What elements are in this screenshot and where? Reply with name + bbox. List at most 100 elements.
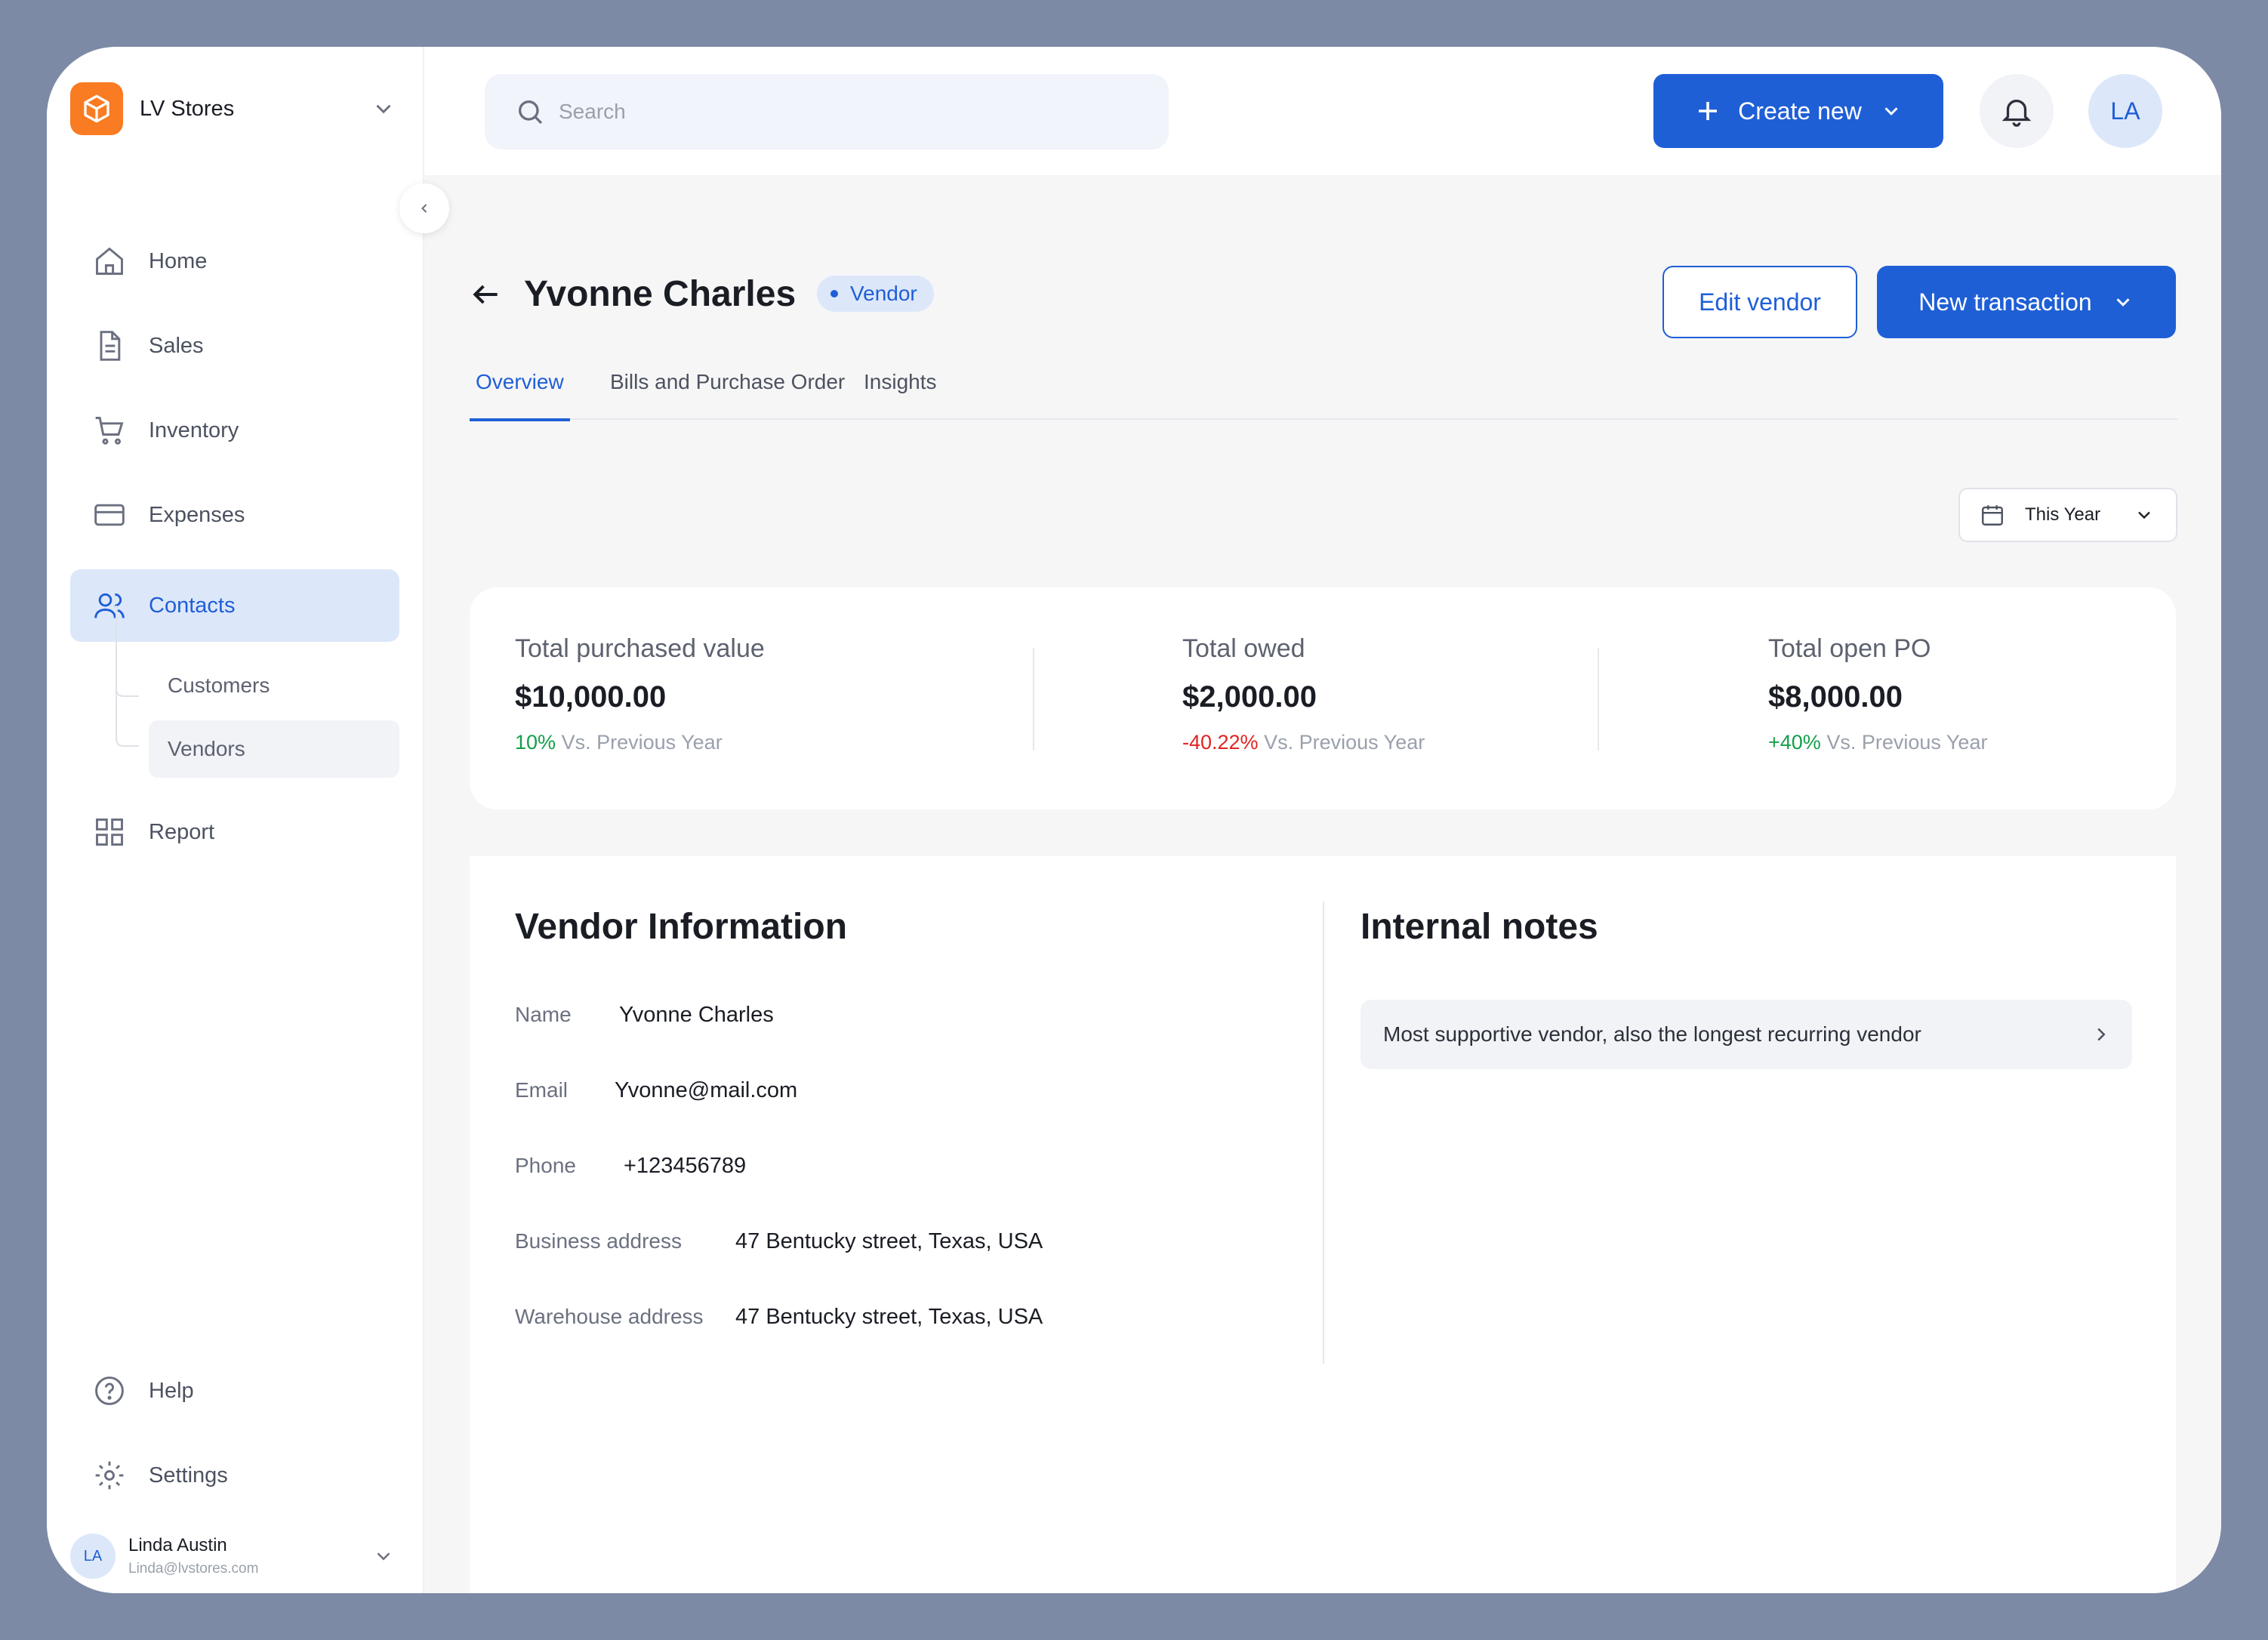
- document-icon: [100, 331, 121, 361]
- avatar: LA: [70, 1534, 116, 1579]
- sidebar-item-settings[interactable]: Settings: [70, 1439, 399, 1512]
- sidebar-subitem-label: Customers: [168, 674, 270, 697]
- divider: [1323, 902, 1324, 1364]
- field-value-business-address: 47 Bentucky street, Texas, USA: [735, 1229, 1043, 1253]
- stat-total-purchased-value: Total purchased value $10,000.00 10% Vs.…: [515, 634, 765, 754]
- sidebar-subitem-vendors[interactable]: Vendors: [149, 720, 399, 778]
- field-value-warehouse-address: 47 Bentucky street, Texas, USA: [735, 1305, 1043, 1329]
- badge-dot: [830, 290, 838, 297]
- top-bar: Create new LA: [424, 47, 2221, 175]
- chevron-right-icon: [2097, 1028, 2106, 1041]
- store-switcher[interactable]: LV Stores: [70, 82, 418, 136]
- chevron-down-icon: [377, 1552, 390, 1561]
- vendor-info-title: Vendor Information: [515, 907, 848, 947]
- sidebar-subitem-label: Vendors: [168, 737, 245, 760]
- delta-value: 10%: [515, 731, 556, 754]
- field-value-phone: +123456789: [624, 1154, 747, 1178]
- sidebar: LV Stores Home Sales Inventory Expenses …: [47, 47, 424, 1593]
- sidebar-item-sales[interactable]: Sales: [70, 310, 399, 382]
- stat-total-owed: Total owed $2,000.00 -40.22% Vs. Previou…: [1182, 634, 1425, 754]
- sidebar-subitem-customers[interactable]: Customers: [149, 657, 399, 714]
- field-value-email: Yvonne@mail.com: [615, 1078, 798, 1102]
- sidebar-item-expenses[interactable]: Expenses: [70, 479, 399, 551]
- internal-notes-title: Internal notes: [1360, 907, 1598, 947]
- field-label-email: Email: [515, 1078, 569, 1102]
- gear-icon: [95, 1461, 124, 1490]
- app-window: LV Stores Home Sales Inventory Expenses …: [47, 47, 2221, 1593]
- field-label-phone: Phone: [515, 1154, 576, 1177]
- search-bar[interactable]: [485, 74, 1169, 150]
- delta-suffix: Vs. Previous Year: [1826, 731, 1988, 754]
- field-value-name: Yvonne Charles: [619, 1003, 774, 1027]
- box-icon: [70, 82, 123, 135]
- back-arrow-icon[interactable]: [470, 278, 503, 311]
- chevron-down-icon: [1884, 107, 1898, 116]
- vendor-info-card: Vendor Information Name Yvonne Charles E…: [470, 856, 2176, 1593]
- user-menu[interactable]: LA Linda Austin Linda@lvstores.com: [70, 1530, 402, 1583]
- plus-icon: [1699, 102, 1718, 120]
- badge-label: Vendor: [850, 282, 917, 305]
- delta-value: +40%: [1768, 731, 1821, 754]
- field-label-business-address: Business address: [515, 1229, 683, 1253]
- tab-overview[interactable]: Overview: [470, 364, 570, 421]
- search-input[interactable]: [559, 100, 1132, 124]
- calendar-icon: [1982, 505, 2003, 526]
- stat-label: Total owed: [1182, 634, 1305, 663]
- stat-total-open-po: Total open PO $8,000.00 +40% Vs. Previou…: [1768, 634, 1987, 754]
- stat-delta: +40% Vs. Previous Year: [1768, 731, 1987, 754]
- internal-note-item[interactable]: Most supportive vendor, also the longest…: [1360, 1000, 2132, 1069]
- stat-value: $10,000.00: [515, 680, 667, 714]
- sidebar-item-label: Sales: [149, 333, 204, 358]
- sidebar-item-report[interactable]: Report: [70, 796, 399, 868]
- create-new-button[interactable]: Create new: [1653, 74, 1943, 148]
- delta-suffix: Vs. Previous Year: [561, 731, 723, 754]
- delta-suffix: Vs. Previous Year: [1264, 731, 1425, 754]
- chevron-down-icon: [376, 104, 391, 114]
- main-content: Yvonne Charles Vendor Edit vendor New tr…: [424, 175, 2221, 1593]
- grid-icon: [96, 818, 123, 846]
- edit-vendor-button[interactable]: Edit vendor: [1662, 266, 1857, 338]
- stat-delta: 10% Vs. Previous Year: [515, 731, 765, 754]
- divider: [1033, 648, 1034, 751]
- sidebar-item-help[interactable]: Help: [70, 1355, 399, 1427]
- delta-value: -40.22%: [1182, 731, 1259, 754]
- date-range-select[interactable]: This Year: [1958, 488, 2177, 542]
- collapse-sidebar-button[interactable]: [399, 183, 449, 233]
- sidebar-item-label: Home: [149, 248, 208, 273]
- sidebar-item-label: Report: [149, 819, 215, 844]
- page-title: Yvonne Charles: [524, 274, 797, 314]
- notifications-button[interactable]: [1980, 74, 2054, 148]
- sidebar-item-home[interactable]: Home: [70, 225, 399, 297]
- new-transaction-label: New transaction: [1918, 288, 2092, 316]
- field-label-warehouse-address: Warehouse address: [515, 1305, 704, 1328]
- sidebar-item-label: Inventory: [149, 418, 239, 442]
- store-name: LV Stores: [140, 96, 235, 121]
- sidebar-item-label: Contacts: [149, 593, 236, 618]
- user-details: Linda Austin Linda@lvstores.com: [128, 1535, 372, 1577]
- tab-insights[interactable]: Insights: [864, 364, 937, 420]
- stat-value: $8,000.00: [1768, 680, 1903, 714]
- sidebar-item-label: Help: [149, 1378, 194, 1403]
- avatar[interactable]: LA: [2088, 74, 2162, 148]
- tree-connector: [116, 606, 139, 747]
- home-icon: [96, 247, 123, 275]
- divider: [1598, 648, 1599, 751]
- stat-delta: -40.22% Vs. Previous Year: [1182, 731, 1425, 754]
- stat-value: $2,000.00: [1182, 680, 1317, 714]
- note-text: Most supportive vendor, also the longest…: [1383, 1022, 1921, 1046]
- search-icon: [519, 100, 543, 125]
- chevron-down-icon: [2116, 298, 2130, 307]
- chevron-down-icon: [2138, 511, 2150, 519]
- status-badge: Vendor: [817, 276, 934, 312]
- sidebar-item-inventory[interactable]: Inventory: [70, 394, 399, 467]
- cart-icon: [95, 417, 124, 445]
- new-transaction-button[interactable]: New transaction: [1877, 266, 2176, 338]
- tab-bills-and-purchase-order[interactable]: Bills and Purchase Order: [610, 364, 845, 420]
- user-name: Linda Austin: [128, 1535, 227, 1555]
- help-icon: [95, 1376, 124, 1405]
- create-new-label: Create new: [1738, 97, 1862, 125]
- sidebar-item-label: Expenses: [149, 502, 245, 527]
- sidebar-item-label: Settings: [149, 1463, 228, 1487]
- field-label-name: Name: [515, 1003, 572, 1026]
- stat-label: Total open PO: [1768, 634, 1931, 663]
